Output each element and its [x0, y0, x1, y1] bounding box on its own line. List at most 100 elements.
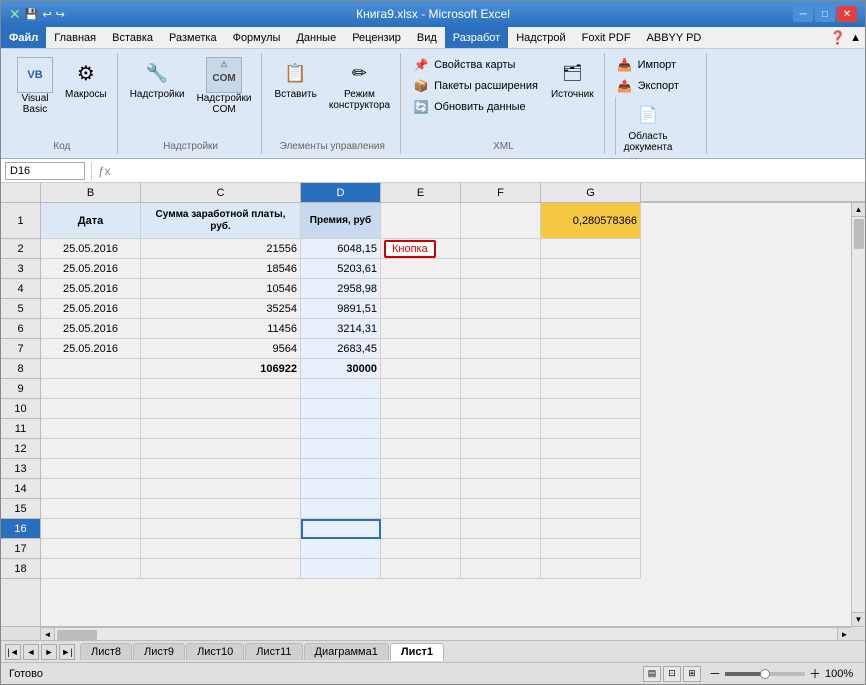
cell-e1[interactable]: [381, 203, 461, 239]
cell-e2[interactable]: Кнопка: [381, 239, 461, 259]
scroll-left-button[interactable]: ◄: [41, 628, 55, 641]
row-header-8[interactable]: 8: [1, 359, 40, 379]
row-header-10[interactable]: 10: [1, 399, 40, 419]
menu-data[interactable]: Данные: [288, 27, 344, 48]
row-header-15[interactable]: 15: [1, 499, 40, 519]
cell-f5[interactable]: [461, 299, 541, 319]
cell-g2[interactable]: [541, 239, 641, 259]
sheet-tab-list10[interactable]: Лист10: [186, 643, 244, 660]
scroll-right-button[interactable]: ►: [837, 628, 851, 641]
cell-b16[interactable]: [41, 519, 141, 539]
export-button[interactable]: 📤 Экспорт: [613, 76, 682, 96]
cell-d1[interactable]: Премия, руб: [301, 203, 381, 239]
zoom-out-button[interactable]: －: [709, 665, 721, 682]
cell-g8[interactable]: [541, 359, 641, 379]
document-area-button[interactable]: 📄 Областьдокумента: [620, 97, 677, 155]
menu-abbyy[interactable]: ABBYY PD: [639, 27, 710, 48]
menu-developer[interactable]: Разработ: [445, 27, 508, 48]
sheet-tab-list11[interactable]: Лист11: [245, 643, 302, 660]
menu-view[interactable]: Вид: [409, 27, 445, 48]
cell-c4[interactable]: 10546: [141, 279, 301, 299]
cell-g16[interactable]: [541, 519, 641, 539]
row-header-13[interactable]: 13: [1, 459, 40, 479]
row-header-3[interactable]: 3: [1, 259, 40, 279]
cell-d3[interactable]: 5203,61: [301, 259, 381, 279]
insert-controls-button[interactable]: 📋 Вставить: [270, 55, 320, 102]
menu-review[interactable]: Рецензир: [344, 27, 409, 48]
cell-d5[interactable]: 9891,51: [301, 299, 381, 319]
cell-g1[interactable]: 0,280578366: [541, 203, 641, 239]
cell-b7[interactable]: 25.05.2016: [41, 339, 141, 359]
zoom-slider-thumb[interactable]: [760, 669, 770, 679]
cell-d2[interactable]: 6048,15: [301, 239, 381, 259]
cell-d16[interactable]: [301, 519, 381, 539]
zoom-slider[interactable]: [725, 672, 805, 676]
col-header-d[interactable]: D: [301, 183, 381, 202]
col-header-g[interactable]: G: [541, 183, 641, 202]
cell-f8[interactable]: [461, 359, 541, 379]
cell-f1[interactable]: [461, 203, 541, 239]
packages-button[interactable]: 📦 Пакеты расширения: [409, 76, 541, 96]
quick-access-undo[interactable]: ↩: [42, 8, 51, 21]
knopka-button[interactable]: Кнопка: [384, 240, 436, 258]
scroll-down-button[interactable]: ▼: [852, 612, 865, 626]
menu-file[interactable]: Файл: [1, 27, 46, 48]
sheet-tab-list8[interactable]: Лист8: [80, 643, 132, 660]
source-button[interactable]: 🗂 Источник: [547, 55, 598, 102]
zoom-in-button[interactable]: ＋: [809, 665, 821, 682]
cell-e4[interactable]: [381, 279, 461, 299]
normal-view-button[interactable]: ▤: [643, 666, 661, 682]
cell-e16[interactable]: [381, 519, 461, 539]
cell-d7[interactable]: 2683,45: [301, 339, 381, 359]
refresh-data-button[interactable]: 🔄 Обновить данные: [409, 97, 541, 117]
cell-g6[interactable]: [541, 319, 641, 339]
cell-e3[interactable]: [381, 259, 461, 279]
cell-f3[interactable]: [461, 259, 541, 279]
col-header-f[interactable]: F: [461, 183, 541, 202]
cell-b1[interactable]: Дата: [41, 203, 141, 239]
page-break-button[interactable]: ⊞: [683, 666, 701, 682]
col-header-b[interactable]: B: [41, 183, 141, 202]
col-header-c[interactable]: C: [141, 183, 301, 202]
cell-c3[interactable]: 18546: [141, 259, 301, 279]
quick-access-redo[interactable]: ↪: [56, 8, 65, 21]
map-properties-button[interactable]: 📌 Свойства карты: [409, 55, 541, 75]
cell-e6[interactable]: [381, 319, 461, 339]
row-header-11[interactable]: 11: [1, 419, 40, 439]
menu-layout[interactable]: Разметка: [161, 27, 225, 48]
cell-e5[interactable]: [381, 299, 461, 319]
cell-g7[interactable]: [541, 339, 641, 359]
tab-last-button[interactable]: ►|: [59, 644, 75, 660]
help-icon[interactable]: ❓: [830, 30, 846, 46]
row-header-2[interactable]: 2: [1, 239, 40, 259]
cell-c5[interactable]: 35254: [141, 299, 301, 319]
cell-g5[interactable]: [541, 299, 641, 319]
tab-first-button[interactable]: |◄: [5, 644, 21, 660]
cell-b5[interactable]: 25.05.2016: [41, 299, 141, 319]
cell-b4[interactable]: 25.05.2016: [41, 279, 141, 299]
menu-insert[interactable]: Вставка: [104, 27, 161, 48]
row-header-18[interactable]: 18: [1, 559, 40, 579]
sheet-tab-list1[interactable]: Лист1: [390, 643, 444, 661]
minimize-button[interactable]: ─: [793, 6, 813, 22]
cell-d6[interactable]: 3214,31: [301, 319, 381, 339]
row-header-7[interactable]: 7: [1, 339, 40, 359]
scroll-thumb-v[interactable]: [854, 219, 864, 249]
cell-c2[interactable]: 21556: [141, 239, 301, 259]
cell-f16[interactable]: [461, 519, 541, 539]
cell-c8[interactable]: 106922: [141, 359, 301, 379]
row-header-6[interactable]: 6: [1, 319, 40, 339]
cell-g4[interactable]: [541, 279, 641, 299]
cell-c16[interactable]: [141, 519, 301, 539]
com-addins-button[interactable]: ⚠ COM НадстройкиCOM: [193, 55, 256, 117]
menu-formulas[interactable]: Формулы: [225, 27, 289, 48]
cell-d8[interactable]: 30000: [301, 359, 381, 379]
cell-f7[interactable]: [461, 339, 541, 359]
tab-next-button[interactable]: ►: [41, 644, 57, 660]
menu-foxit[interactable]: Foxit PDF: [574, 27, 639, 48]
horizontal-scrollbar[interactable]: ◄ ►: [41, 627, 851, 640]
visual-basic-button[interactable]: VB VisualBasic: [13, 55, 57, 117]
ribbon-minimize-icon[interactable]: ▲: [850, 32, 861, 44]
name-box[interactable]: [5, 162, 85, 180]
cell-f6[interactable]: [461, 319, 541, 339]
